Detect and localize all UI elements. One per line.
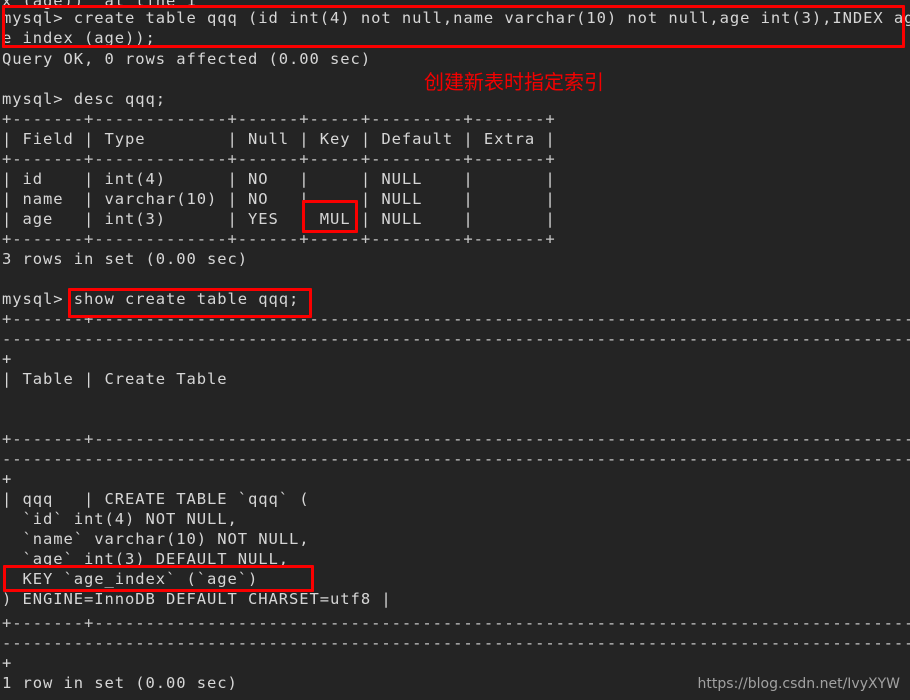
terminal-window[interactable]: x (age))' at line 1 mysql> create table q… (0, 0, 910, 700)
console-line: | id | int(4) | NO | | NULL | | (2, 170, 556, 188)
watermark-url: https://blog.csdn.net/IvyXYW (697, 676, 900, 692)
console-line: e_index (age)); (2, 29, 156, 47)
console-line: 3 rows in set (0.00 sec) (2, 250, 249, 268)
console-line: + (2, 470, 13, 488)
console-line: KEY `age_index` (`age`) (2, 570, 259, 588)
console-line: +-------+-------------+------+-----+----… (2, 150, 556, 168)
console-line: +-------+-------------+------+-----+----… (2, 110, 556, 128)
console-line: ) ENGINE=InnoDB DEFAULT CHARSET=utf8 | (2, 590, 392, 608)
console-line: mysql> create table qqq (id int(4) not n… (2, 9, 910, 27)
console-line: +-------+-------------------------------… (2, 310, 910, 328)
console-line: Query OK, 0 rows affected (0.00 sec) (2, 50, 372, 68)
console-line: | qqq | CREATE TABLE `qqq` ( (2, 490, 310, 508)
console-line: | (2, 410, 910, 428)
console-line: + (2, 350, 13, 368)
console-line: 1 row in set (0.00 sec) (2, 674, 238, 692)
console-line: `id` int(4) NOT NULL, (2, 510, 238, 528)
console-line: `age` int(3) DEFAULT NULL, (2, 550, 290, 568)
console-line: `name` varchar(10) NOT NULL, (2, 530, 310, 548)
console-line: +-------+-------------------------------… (2, 430, 910, 448)
console-line: +-------+-------------+------+-----+----… (2, 230, 556, 248)
console-line: ----------------------------------------… (2, 634, 910, 652)
console-line: ----------------------------------------… (2, 450, 910, 468)
console-line: | Table | Create Table (2, 370, 228, 388)
console-line: | Field | Type | Null | Key | Default | … (2, 130, 556, 148)
console-line: mysql> show create table qqq; (2, 290, 300, 308)
annotation-create-index-note: 创建新表时指定索引 (424, 70, 604, 94)
console-line: | age | int(3) | YES | MUL | NULL | | (2, 210, 556, 228)
console-line: +-------+-------------------------------… (2, 614, 910, 632)
console-line: ----------------------------------------… (2, 330, 910, 348)
console-line: | name | varchar(10) | NO | | NULL | | (2, 190, 556, 208)
console-line: + (2, 654, 13, 672)
console-line: mysql> desc qqq; (2, 90, 167, 108)
